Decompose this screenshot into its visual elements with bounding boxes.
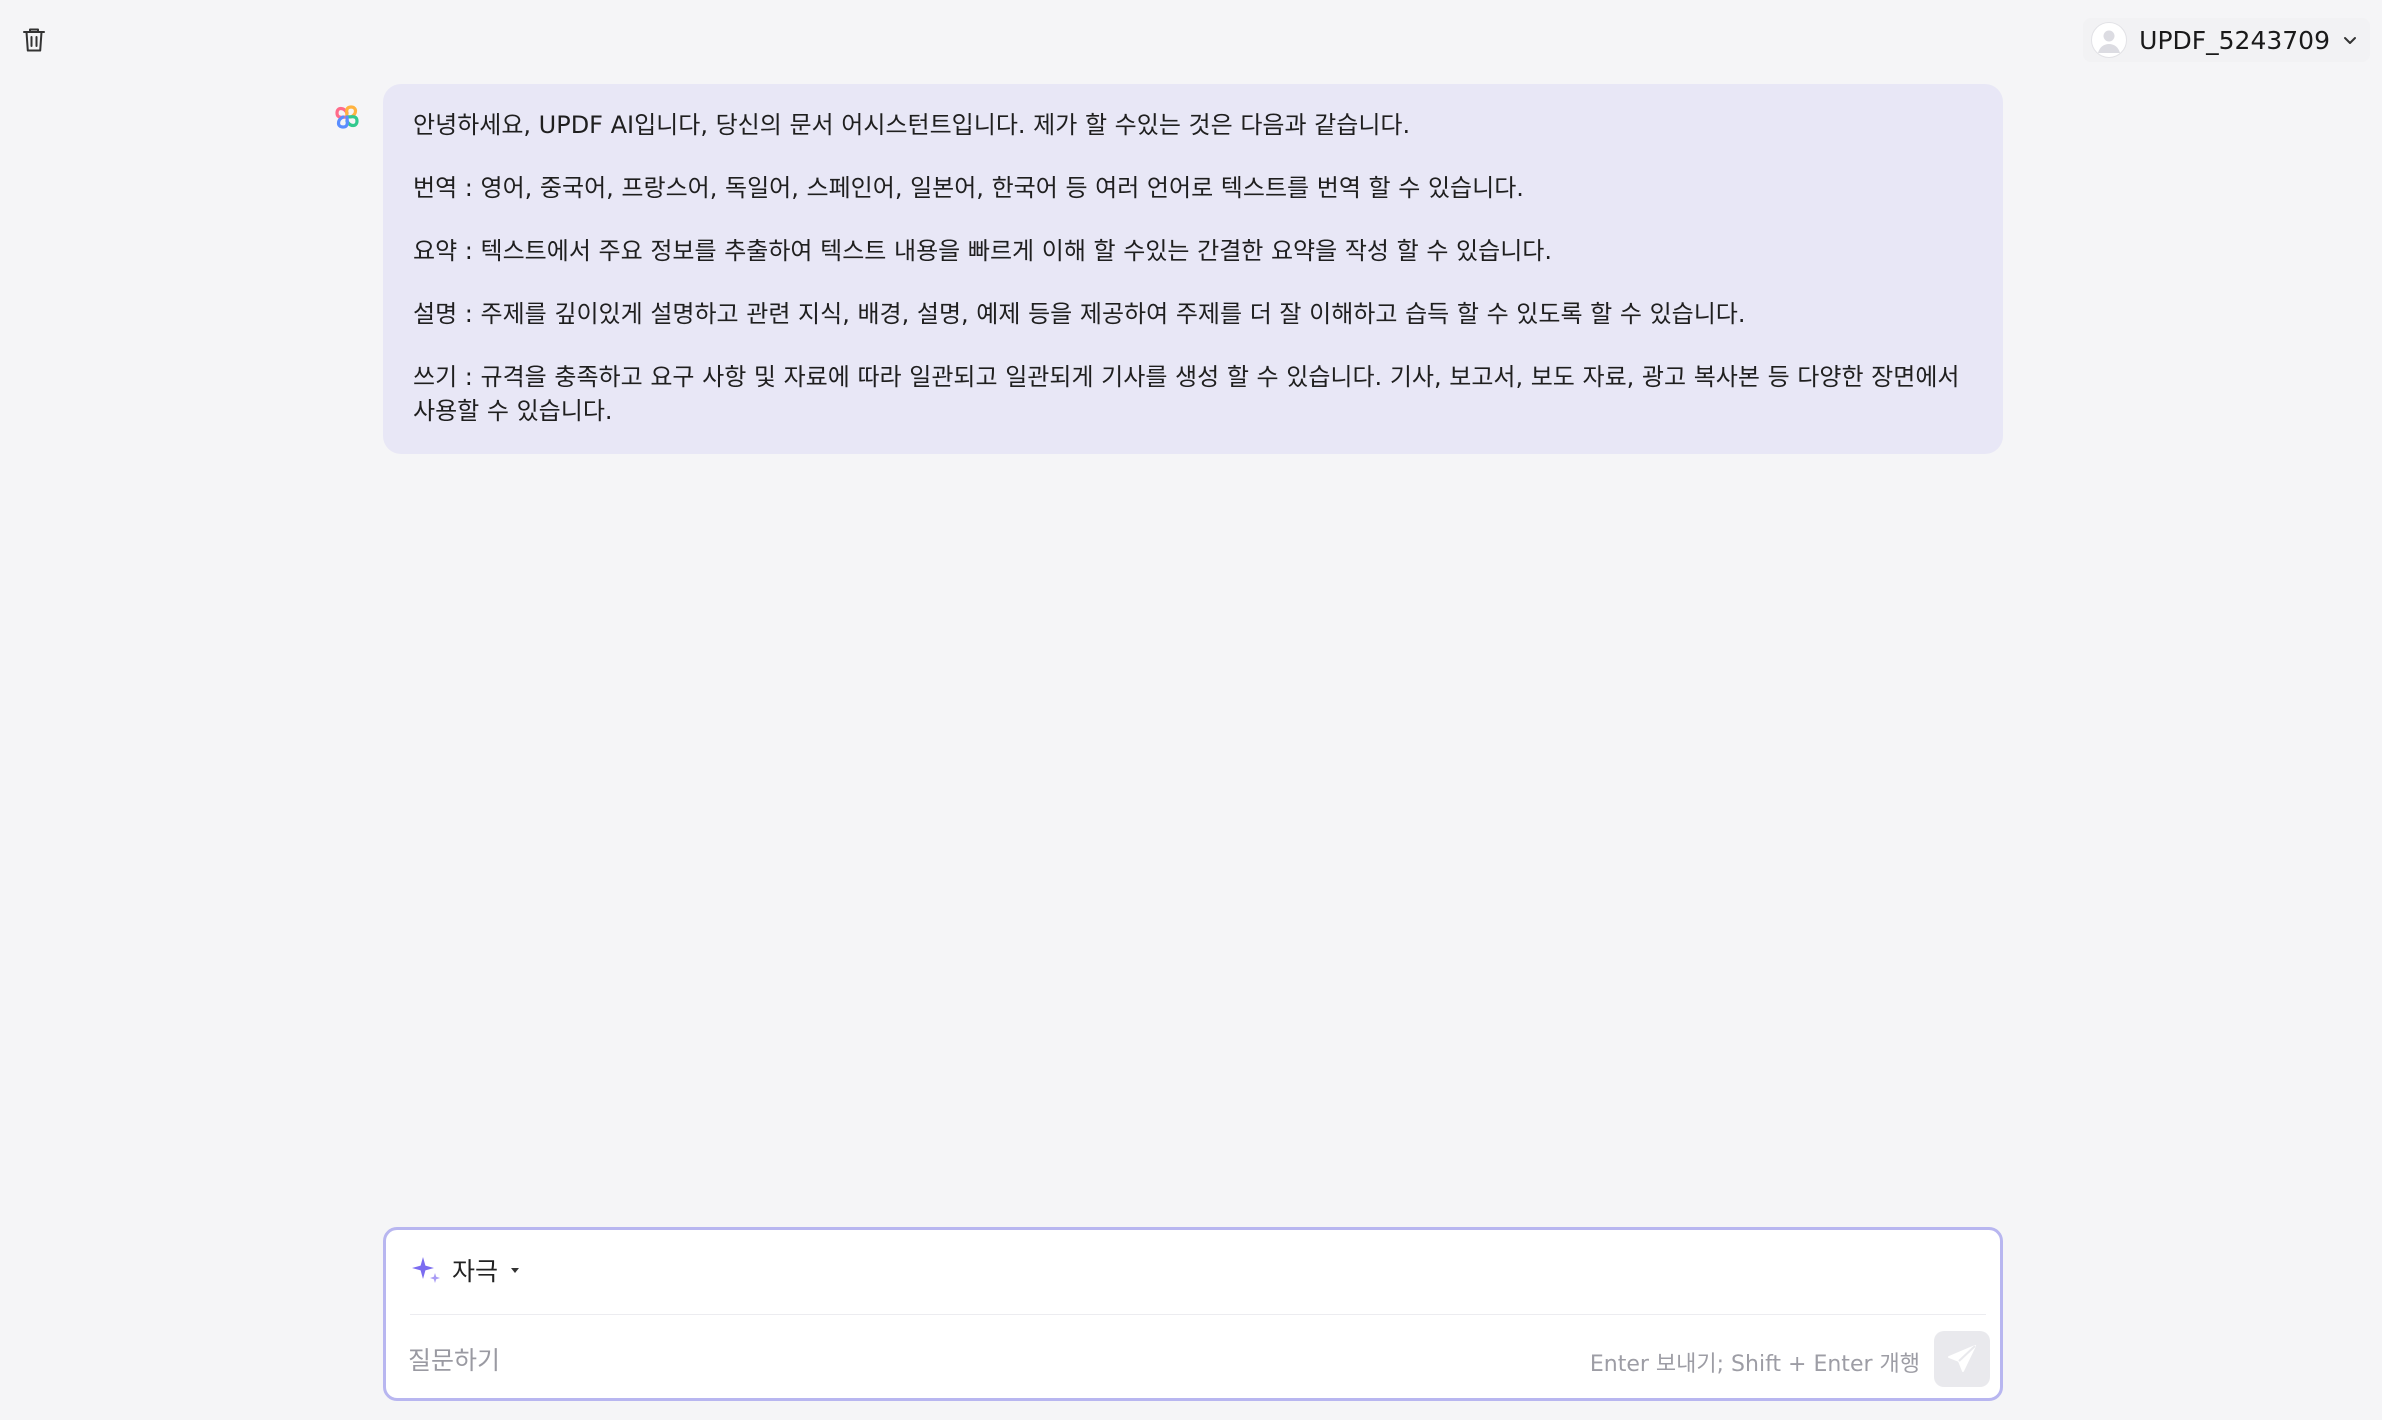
chevron-down-icon	[2344, 37, 2356, 44]
prompt-mode-label: 자극	[452, 1257, 499, 1286]
trash-icon	[23, 28, 45, 52]
send-shortcut-hint: Enter 보내기; Shift + Enter 개행	[1589, 1352, 1920, 1377]
sparkle-icon	[412, 1257, 440, 1283]
question-input[interactable]	[406, 1334, 1560, 1386]
user-avatar-icon	[2091, 22, 2128, 58]
prompt-mode-selector[interactable]: 자극	[410, 1252, 522, 1288]
send-icon	[1948, 1345, 1976, 1372]
message-paragraph: 설명 : 주제를 깊이있게 설명하고 관련 지식, 배경, 설명, 예제 등을 …	[413, 300, 1746, 328]
message-paragraph: 안녕하세요, UPDF AI입니다, 당신의 문서 어시스턴트입니다. 제가 할…	[413, 111, 1411, 139]
assistant-message: 안녕하세요, UPDF AI입니다, 당신의 문서 어시스턴트입니다. 제가 할…	[383, 84, 2003, 454]
updf-ai-logo-icon	[330, 100, 364, 134]
message-paragraph: 요약 : 텍스트에서 주요 정보를 추출하여 텍스트 내용을 빠르게 이해 할 …	[413, 237, 1553, 265]
chat-composer: 자극 Enter 보내기; Shift + Enter 개행	[383, 1227, 2003, 1401]
username-label: UPDF_5243709	[2139, 25, 2330, 55]
send-button[interactable]	[1934, 1331, 1990, 1387]
caret-down-icon	[511, 1268, 520, 1273]
message-paragraph: 번역 : 영어, 중국어, 프랑스어, 독일어, 스페인어, 일본어, 한국어 …	[413, 174, 1524, 202]
composer-divider	[410, 1314, 1986, 1315]
clear-chat-button[interactable]	[18, 24, 50, 56]
message-paragraph: 쓰기 : 규격을 충족하고 요구 사항 및 자료에 따라 일관되고 일관되게 기…	[413, 363, 1960, 425]
user-menu[interactable]: UPDF_5243709	[2083, 18, 2370, 62]
